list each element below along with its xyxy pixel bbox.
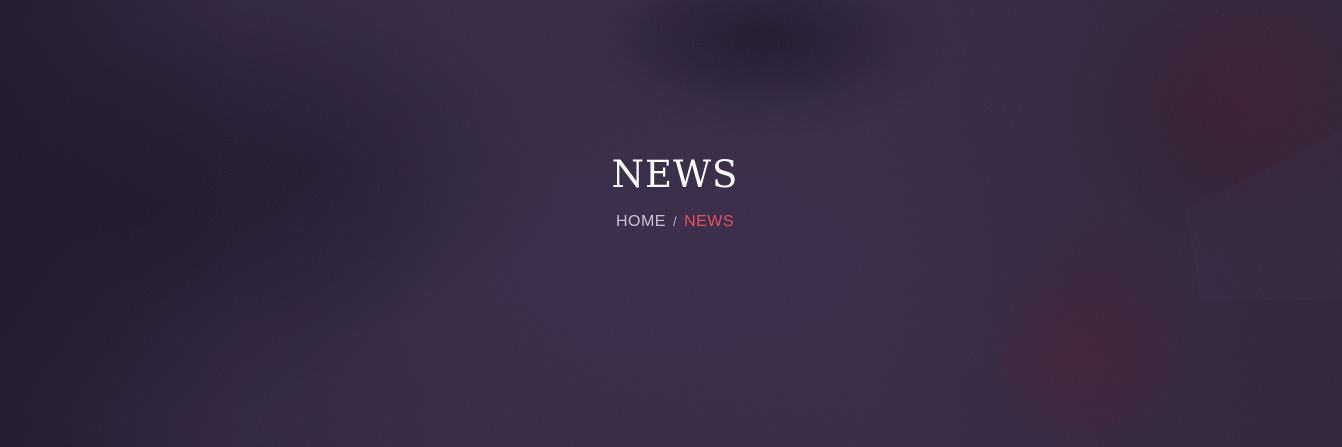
breadcrumb-home-link[interactable]: HOME — [616, 213, 666, 230]
page-header-banner: NEWS HOME / NEWS — [0, 0, 1342, 447]
page-title: NEWS — [611, 153, 739, 196]
breadcrumb: HOME / NEWS — [0, 213, 1342, 231]
header-content: NEWS HOME / NEWS — [0, 150, 1342, 231]
breadcrumb-separator: / — [672, 214, 678, 229]
breadcrumb-current: NEWS — [684, 213, 735, 230]
